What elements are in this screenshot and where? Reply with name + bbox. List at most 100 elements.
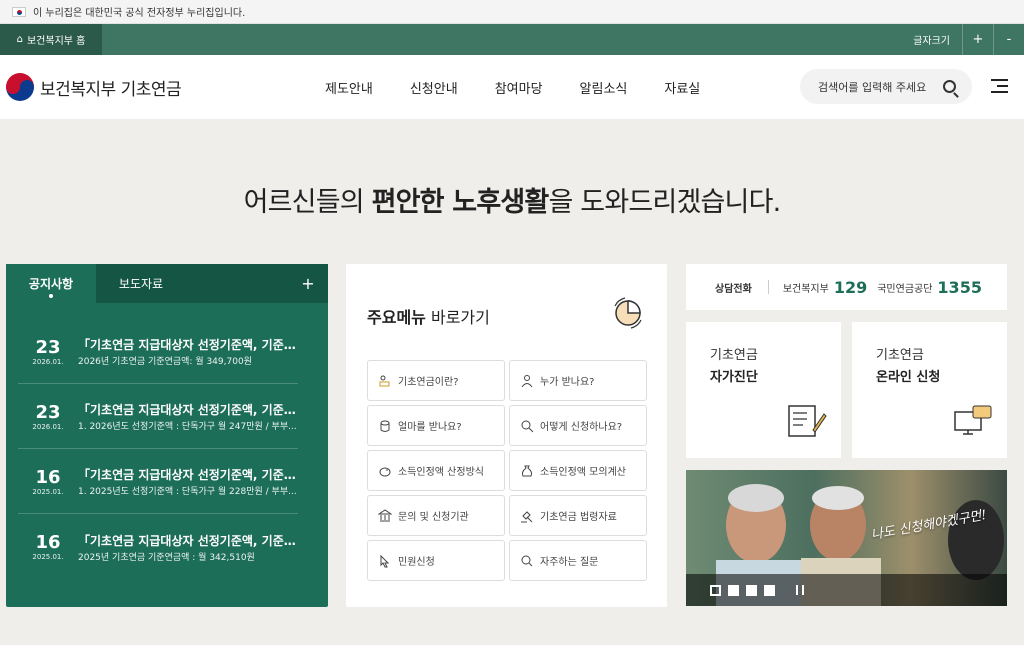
quick-item-label: 기초연금이란? bbox=[398, 377, 459, 388]
self-diagnosis-card[interactable]: 기초연금 자가진단 bbox=[686, 322, 841, 458]
quick-title-rest: 바로가기 bbox=[425, 308, 490, 327]
hero-text-bold: 편안한 노후생활 bbox=[371, 187, 550, 218]
notice-summary: 1. 2026년도 선정기준액 : 단독가구 월 247만원 / 부부... bbox=[78, 422, 297, 432]
call-number-ministry[interactable]: 129 bbox=[834, 278, 867, 297]
pointer-hand-icon bbox=[380, 554, 390, 567]
notice-item[interactable]: 23 2026.01. 「기초연금 지급대상자 선정기준액, 기준연금... 1… bbox=[18, 385, 298, 449]
call-org-ministry: 보건복지부 bbox=[782, 283, 829, 295]
gov-strip: 이 누리집은 대한민국 공식 전자정부 누리집입니다. bbox=[0, 0, 1024, 24]
promo-banner[interactable]: 나도 신청해야겠구먼! bbox=[686, 470, 1007, 606]
font-size-controls: 글자크기 + - bbox=[901, 24, 1024, 55]
call-label: 상담전화 bbox=[715, 283, 752, 295]
notice-title: 「기초연금 지급대상자 선정기준액, 기준연금... bbox=[78, 403, 298, 417]
online-application-card[interactable]: 기초연금 온라인 신청 bbox=[852, 322, 1007, 458]
nav-item-apply[interactable]: 신청안내 bbox=[410, 78, 458, 97]
search-icon[interactable] bbox=[943, 80, 956, 93]
quick-item-label: 얼마를 받나요? bbox=[398, 422, 462, 433]
notice-day: 16 bbox=[35, 532, 61, 553]
call-number-nps[interactable]: 1355 bbox=[937, 278, 982, 297]
money-bag-icon bbox=[521, 465, 533, 476]
quick-eligibility-button[interactable]: 누가 받나요? bbox=[509, 360, 647, 401]
quick-menu-panel: 주요메뉴 바로가기 기초연금이란? 누가 받나요? 얼마를 받나요? 어떻게 신… bbox=[346, 264, 667, 607]
notice-date: 23 2026.01. bbox=[18, 401, 78, 431]
coins-person-icon bbox=[379, 375, 390, 386]
computer-chat-icon bbox=[954, 405, 992, 435]
slide-dot[interactable] bbox=[710, 584, 721, 596]
card-line2: 자가진단 bbox=[710, 370, 758, 385]
search-placeholder: 검색어를 입력해 주세요 bbox=[818, 80, 927, 94]
notice-day: 16 bbox=[35, 466, 61, 488]
banner-controls bbox=[686, 574, 1007, 606]
nav-item-participate[interactable]: 참여마당 bbox=[495, 78, 543, 97]
pie-chart-icon bbox=[614, 297, 642, 329]
quick-title-bold: 주요메뉴 bbox=[367, 308, 426, 327]
site-logo-text: 보건복지부 기초연금 bbox=[40, 79, 182, 100]
notice-text: 「기초연금 지급대상자 선정기준액, 기준연금... 1. 2026년도 선정기… bbox=[78, 401, 298, 432]
chat-bubble-icon bbox=[521, 555, 533, 566]
tab-notices[interactable]: 공지사항 bbox=[6, 264, 96, 303]
notice-year-month: 2026.01. bbox=[32, 422, 64, 431]
quick-amount-button[interactable]: 얼마를 받나요? bbox=[367, 405, 505, 446]
notice-year-month: 2025.01. bbox=[32, 487, 64, 496]
notice-year-month: 2025.01. bbox=[32, 553, 64, 561]
gov-strip-text: 이 누리집은 대한민국 공식 전자정부 누리집입니다. bbox=[33, 8, 246, 19]
card-line1: 기초연금 bbox=[710, 348, 758, 363]
notice-summary: 2026년 기초연금 기준연금액: 월 349,700원 bbox=[78, 357, 252, 367]
quick-item-label: 민원신청 bbox=[398, 557, 435, 568]
notice-title: 「기초연금 지급대상자 선정기준액, 기준연금... bbox=[78, 468, 298, 482]
hero-headline: 어르신들의 편안한 노후생활을 도와드리겠습니다. bbox=[0, 180, 1024, 219]
slide-dot[interactable] bbox=[746, 584, 757, 596]
quick-about-button[interactable]: 기초연금이란? bbox=[367, 360, 505, 401]
slide-dot[interactable] bbox=[764, 584, 775, 596]
quick-income-calc-button[interactable]: 소득인정액 모의계산 bbox=[509, 450, 647, 491]
notice-item[interactable]: 16 2025.01. 「기초연금 지급대상자 선정기준액, 기준연금... 2… bbox=[18, 515, 298, 579]
search-input[interactable]: 검색어를 입력해 주세요 bbox=[800, 69, 972, 104]
coin-stack-icon bbox=[380, 420, 390, 432]
quick-item-label: 자주하는 질문 bbox=[540, 557, 599, 568]
notice-day: 23 bbox=[35, 336, 61, 358]
main-nav: 제도안내 신청안내 참여마당 알림소식 자료실 bbox=[325, 55, 700, 119]
site-header: 보건복지부 기초연금 제도안내 신청안내 참여마당 알림소식 자료실 검색어를 … bbox=[0, 55, 1024, 119]
notice-item[interactable]: 23 2026.01. 「기초연금 지급대상자 선정기준액, 기준연금... 2… bbox=[18, 320, 298, 384]
notice-panel: 공지사항 보도자료 + 23 2026.01. 「기초연금 지급대상자 선정기준… bbox=[6, 264, 328, 607]
hero-text-pre: 어르신들의 bbox=[243, 187, 372, 218]
card-line1: 기초연금 bbox=[876, 348, 924, 363]
taeguk-logo-icon bbox=[6, 73, 34, 101]
quick-law-button[interactable]: 기초연금 법령자료 bbox=[509, 495, 647, 536]
quick-menu-grid: 기초연금이란? 누가 받나요? 얼마를 받나요? 어떻게 신청하나요? 소득인정… bbox=[367, 360, 647, 581]
quick-how-to-apply-button[interactable]: 어떻게 신청하나요? bbox=[509, 405, 647, 446]
quick-item-label: 소득인정액 산정방식 bbox=[398, 467, 484, 478]
nav-item-news[interactable]: 알림소식 bbox=[580, 78, 628, 97]
notice-item[interactable]: 16 2025.01. 「기초연금 지급대상자 선정기준액, 기준연금... 1… bbox=[18, 450, 298, 514]
call-org-nps: 국민연금공단 bbox=[877, 283, 933, 295]
quick-contact-button[interactable]: 문의 및 신청기관 bbox=[367, 495, 505, 536]
quick-income-method-button[interactable]: 소득인정액 산정방식 bbox=[367, 450, 505, 491]
notice-title: 「기초연금 지급대상자 선정기준액, 기준연금... bbox=[78, 338, 298, 352]
quick-civil-petition-button[interactable]: 민원신청 bbox=[367, 540, 505, 581]
pause-icon[interactable] bbox=[796, 585, 804, 595]
notice-date: 23 2026.01. bbox=[18, 336, 78, 366]
notice-day: 23 bbox=[35, 401, 61, 423]
card-line2: 온라인 신청 bbox=[876, 370, 941, 385]
tab-press[interactable]: 보도자료 bbox=[96, 264, 186, 303]
utility-bar: ⌂ 보건복지부 홈 글자크기 + - bbox=[0, 24, 1024, 55]
nav-item-system[interactable]: 제도안내 bbox=[325, 78, 373, 97]
quick-faq-button[interactable]: 자주하는 질문 bbox=[509, 540, 647, 581]
call-divider bbox=[767, 280, 769, 294]
notice-text: 「기초연금 지급대상자 선정기준액, 기준연금... 1. 2025년도 선정기… bbox=[78, 466, 298, 497]
notice-date: 16 2025.01. bbox=[18, 466, 78, 496]
slide-dot[interactable] bbox=[728, 584, 739, 596]
quick-item-label: 소득인정액 모의계산 bbox=[540, 467, 626, 478]
institution-icon bbox=[378, 508, 392, 521]
font-size-label: 글자크기 bbox=[913, 36, 950, 47]
menu-icon[interactable] bbox=[991, 79, 1008, 93]
quick-item-label: 어떻게 신청하나요? bbox=[540, 422, 623, 433]
nav-item-library[interactable]: 자료실 bbox=[664, 78, 700, 97]
ministry-home-link[interactable]: ⌂ 보건복지부 홈 bbox=[0, 24, 102, 55]
site-logo[interactable]: 보건복지부 기초연금 bbox=[6, 73, 182, 101]
font-increase-button[interactable]: + bbox=[962, 24, 993, 55]
person-icon bbox=[521, 374, 533, 387]
korean-flag-icon bbox=[12, 6, 26, 17]
font-decrease-button[interactable]: - bbox=[993, 24, 1024, 55]
notice-more-button[interactable]: + bbox=[288, 264, 328, 303]
